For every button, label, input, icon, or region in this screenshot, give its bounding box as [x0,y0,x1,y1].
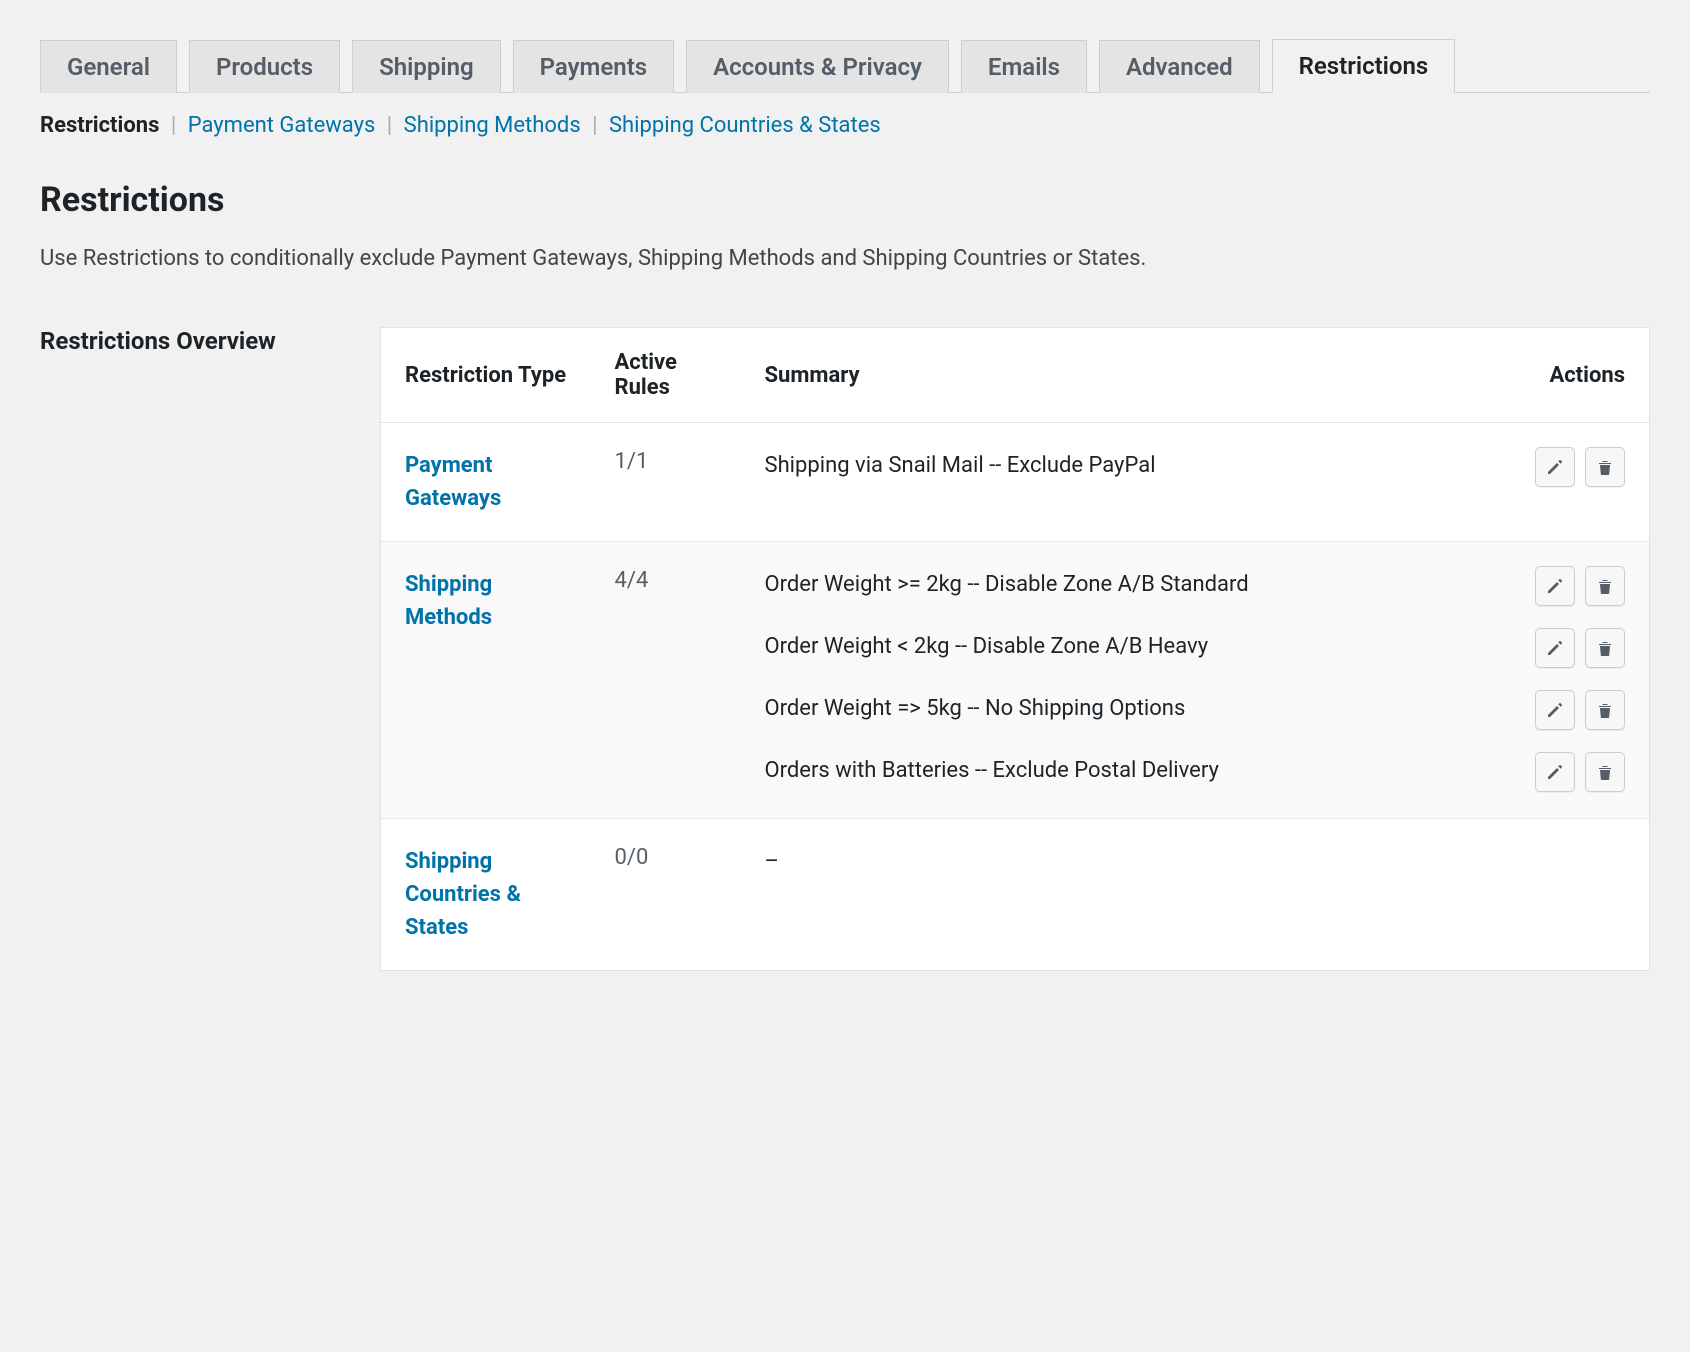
edit-button[interactable] [1535,566,1575,606]
edit-button[interactable] [1535,628,1575,668]
restrictions-table: Restriction Type Active Rules Summary Ac… [380,327,1650,971]
action-buttons [1535,447,1625,487]
delete-button[interactable] [1585,566,1625,606]
action-buttons [1535,752,1625,792]
tab-advanced[interactable]: Advanced [1099,40,1260,93]
summary-item: Order Weight >= 2kg -- Disable Zone A/B … [765,568,1626,630]
edit-button[interactable] [1535,752,1575,792]
active-rules-value: 0/0 [591,819,741,971]
tab-shipping[interactable]: Shipping [352,40,501,93]
pencil-icon [1546,577,1564,595]
subnav-separator: | [375,113,403,138]
trash-icon [1596,701,1614,719]
active-rules-value: 4/4 [591,542,741,819]
pencil-icon [1546,701,1564,719]
page-description: Use Restrictions to conditionally exclud… [40,220,1650,271]
subnav-link-shipping-methods[interactable]: Shipping Methods [404,113,581,138]
action-buttons [1535,628,1625,668]
summary-item: Shipping via Snail Mail -- Exclude PayPa… [765,449,1626,487]
table-row: Shipping Methods 4/4 Order Weight >= 2kg -… [381,542,1650,819]
delete-button[interactable] [1585,690,1625,730]
summary-text: Shipping via Snail Mail -- Exclude PayPa… [765,449,1496,483]
restriction-type-link[interactable]: Payment Gateways [405,449,565,515]
col-header-rules: Active Rules [591,328,741,423]
restriction-type-link[interactable]: Shipping Countries & States [405,845,565,944]
restriction-type-link[interactable]: Shipping Methods [405,568,565,634]
table-row: Payment Gateways 1/1 Shipping via Snail Ma… [381,423,1650,542]
summary-text: – [765,845,1626,879]
col-header-actions: Actions [1227,328,1649,423]
subnav: Restrictions | Payment Gateways | Shippi… [40,93,1650,138]
edit-button[interactable] [1535,447,1575,487]
tab-payments[interactable]: Payments [513,40,674,93]
delete-button[interactable] [1585,752,1625,792]
trash-icon [1596,577,1614,595]
delete-button[interactable] [1585,447,1625,487]
summary-cell: – [741,819,1650,971]
pencil-icon [1546,763,1564,781]
section-title: Restrictions Overview [40,327,380,355]
tab-restrictions[interactable]: Restrictions [1272,39,1456,93]
tab-emails[interactable]: Emails [961,40,1087,93]
edit-button[interactable] [1535,690,1575,730]
subnav-active: Restrictions [40,113,159,138]
summary-item: – [765,845,1626,879]
tab-products[interactable]: Products [189,40,340,93]
col-header-type: Restriction Type [381,328,591,423]
col-header-summary: Summary [741,328,1228,423]
active-rules-value: 1/1 [591,423,741,542]
pencil-icon [1546,458,1564,476]
tabs-row: GeneralProductsShippingPaymentsAccounts … [40,0,1650,93]
summary-item: Order Weight => 5kg -- No Shipping Optio… [765,692,1626,754]
summary-text: Order Weight >= 2kg -- Disable Zone A/B … [765,568,1496,602]
pencil-icon [1546,639,1564,657]
action-buttons [1535,566,1625,606]
trash-icon [1596,639,1614,657]
summary-cell: Shipping via Snail Mail -- Exclude PayPa… [741,423,1650,542]
subnav-link-payment-gateways[interactable]: Payment Gateways [188,113,376,138]
tab-general[interactable]: General [40,40,177,93]
table-row: Shipping Countries & States 0/0– [381,819,1650,971]
summary-text: Order Weight < 2kg -- Disable Zone A/B H… [765,630,1496,664]
trash-icon [1596,458,1614,476]
action-buttons [1535,690,1625,730]
trash-icon [1596,763,1614,781]
tab-accounts-privacy[interactable]: Accounts & Privacy [686,40,949,93]
subnav-separator: | [581,113,609,138]
summary-item: Orders with Batteries -- Exclude Postal … [765,754,1626,792]
page-title: Restrictions [40,138,1650,220]
summary-text: Order Weight => 5kg -- No Shipping Optio… [765,692,1496,726]
summary-cell: Order Weight >= 2kg -- Disable Zone A/B … [741,542,1650,819]
summary-text: Orders with Batteries -- Exclude Postal … [765,754,1496,788]
subnav-link-shipping-countries-states[interactable]: Shipping Countries & States [609,113,881,138]
summary-item: Order Weight < 2kg -- Disable Zone A/B H… [765,630,1626,692]
subnav-separator: | [165,113,188,138]
delete-button[interactable] [1585,628,1625,668]
